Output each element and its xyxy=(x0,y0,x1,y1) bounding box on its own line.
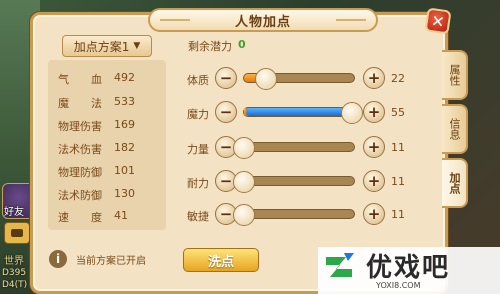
plus-button[interactable]: + xyxy=(363,136,385,158)
minus-button[interactable]: − xyxy=(215,101,237,123)
map-coordinate-2: D4(T) xyxy=(2,280,28,290)
tab-info[interactable]: 信息 xyxy=(442,104,468,154)
attribute-value: 55 xyxy=(391,106,405,119)
plus-button[interactable]: + xyxy=(363,67,385,89)
tab-add-points[interactable]: 加点 xyxy=(442,158,468,208)
attribute-slider[interactable] xyxy=(233,171,355,193)
attribute-slider[interactable] xyxy=(243,102,363,124)
stat-row: 速 度 41 xyxy=(58,209,158,225)
slider-knob[interactable] xyxy=(233,137,255,159)
world-channel-label[interactable]: 世界 xyxy=(4,252,24,267)
plus-button[interactable]: + xyxy=(363,101,385,123)
chat-icon[interactable] xyxy=(4,222,30,244)
scheme-dropdown[interactable]: 加点方案1 ▼ xyxy=(62,35,152,57)
stat-value: 41 xyxy=(114,209,128,222)
attribute-label: 耐力 xyxy=(187,177,209,190)
stat-key: 法术伤害 xyxy=(58,143,102,156)
stat-key: 魔 法 xyxy=(58,97,102,110)
attribute-row-strength: 力量 − + 11 xyxy=(183,135,419,161)
stat-key: 速 度 xyxy=(58,211,102,224)
attribute-value: 11 xyxy=(391,208,405,221)
stats-list: 气 血 492 魔 法 533 物理伤害 169 法术伤害 182 物理防御 1… xyxy=(48,60,166,230)
stat-value: 169 xyxy=(114,118,135,131)
attribute-row-agility: 敏捷 − + 11 xyxy=(183,202,419,228)
remaining-potential: 剩余潜力 0 xyxy=(188,38,246,54)
stat-row: 气 血 492 xyxy=(58,71,158,87)
stat-value: 130 xyxy=(114,187,135,200)
scheme-status-note: i 当前方案已开启 xyxy=(48,242,166,276)
plus-button[interactable]: + xyxy=(363,203,385,225)
watermark-url: YOXI8.COM xyxy=(376,281,421,290)
stat-value: 101 xyxy=(114,164,135,177)
panel-title-bar: 人物加点 xyxy=(148,8,378,32)
slider-knob[interactable] xyxy=(341,102,363,124)
info-icon[interactable]: i xyxy=(48,249,68,269)
minus-button[interactable]: − xyxy=(215,67,237,89)
attribute-row-magic: 魔力 − + 55 xyxy=(183,100,419,126)
tab-attributes[interactable]: 属性 xyxy=(442,50,468,100)
reset-points-button[interactable]: 洗点 xyxy=(183,248,259,272)
map-coordinate: D395 xyxy=(2,268,27,278)
plus-button[interactable]: + xyxy=(363,170,385,192)
stat-key: 法术防御 xyxy=(58,189,102,202)
scheme-status-text: 当前方案已开启 xyxy=(76,255,146,267)
attribute-value: 22 xyxy=(391,72,405,85)
stat-row: 物理伤害 169 xyxy=(58,118,158,134)
watermark-brand: 优戏吧 xyxy=(366,253,451,283)
friend-label: 好友 xyxy=(4,207,24,218)
stat-value: 533 xyxy=(114,95,135,108)
potential-value: 0 xyxy=(238,38,246,51)
slider-knob[interactable] xyxy=(233,204,255,226)
chevron-down-icon: ▼ xyxy=(133,41,141,51)
attribute-row-constitution: 体质 − + 22 xyxy=(183,66,419,92)
attribute-slider[interactable] xyxy=(233,204,355,226)
attribute-label: 敏捷 xyxy=(187,210,209,223)
stat-value: 182 xyxy=(114,141,135,154)
slider-knob[interactable] xyxy=(255,68,277,90)
attribute-row-endurance: 耐力 − + 11 xyxy=(183,169,419,195)
stat-key: 气 血 xyxy=(58,73,102,86)
stat-row: 魔 法 533 xyxy=(58,95,158,111)
slider-knob[interactable] xyxy=(233,171,255,193)
scheme-label: 加点方案1 xyxy=(73,39,130,54)
attribute-label: 力量 xyxy=(187,143,209,156)
attribute-slider[interactable] xyxy=(233,137,355,159)
stat-value: 492 xyxy=(114,71,135,84)
attribute-label: 体质 xyxy=(187,74,209,87)
stat-row: 法术防御 130 xyxy=(58,187,158,203)
stat-key: 物理防御 xyxy=(58,166,102,179)
close-icon: ✕ xyxy=(430,10,446,32)
stat-key: 物理伤害 xyxy=(58,120,102,133)
attribute-label: 魔力 xyxy=(187,108,209,121)
watermark-logo-icon xyxy=(326,253,354,277)
stat-row: 法术伤害 182 xyxy=(58,141,158,157)
potential-label: 剩余潜力 xyxy=(188,40,232,53)
attribute-value: 11 xyxy=(391,175,405,188)
attribute-slider[interactable] xyxy=(243,68,355,90)
attribute-value: 11 xyxy=(391,141,405,154)
stat-row: 物理防御 101 xyxy=(58,164,158,180)
panel-title: 人物加点 xyxy=(234,14,291,30)
close-button[interactable]: ✕ xyxy=(424,7,452,35)
slider-fill-blue xyxy=(246,108,354,116)
